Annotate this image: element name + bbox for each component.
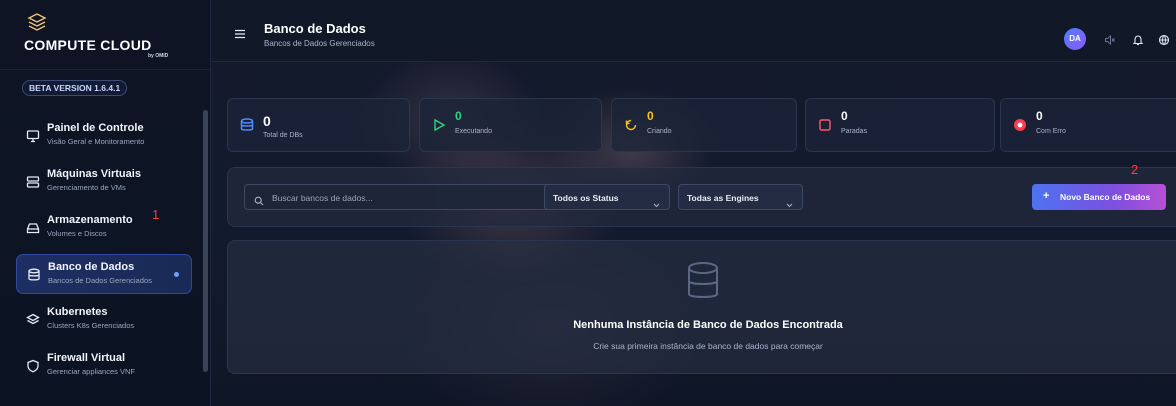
annotation-marker-1: 1 bbox=[152, 207, 160, 222]
status-select-value: Todos os Status bbox=[553, 193, 619, 203]
sidebar-item-label: Banco de Dados bbox=[48, 261, 135, 273]
database-icon bbox=[27, 268, 41, 282]
sidebar-scrollbar[interactable] bbox=[203, 110, 208, 372]
page-title: Banco de Dados bbox=[264, 21, 366, 36]
sidebar-item-sub: Clusters K8s Gerenciados bbox=[47, 321, 135, 330]
topbar: Banco de Dados Bancos de Dados Gerenciad… bbox=[211, 0, 1176, 62]
sidebar-item-sub: Bancos de Dados Gerenciados bbox=[48, 276, 152, 285]
server-icon bbox=[26, 175, 40, 189]
sidebar-item-banco-de-dados[interactable]: Banco de Dados Bancos de Dados Gerenciad… bbox=[16, 254, 192, 294]
stat-value: 0 bbox=[647, 109, 654, 123]
square-icon bbox=[818, 118, 832, 132]
monitor-icon bbox=[26, 129, 40, 143]
search-input[interactable] bbox=[272, 190, 542, 206]
stat-card-creating: 0 Criando bbox=[611, 98, 797, 152]
globe-icon[interactable] bbox=[1158, 33, 1170, 46]
search-box[interactable] bbox=[244, 184, 550, 210]
status-select[interactable]: Todos os Status bbox=[544, 184, 670, 210]
stat-label: Executando bbox=[455, 128, 492, 135]
sidebar-item-label: Firewall Virtual bbox=[47, 352, 126, 364]
engine-select-value: Todas as Engines bbox=[687, 193, 759, 203]
sidebar-item-sub: Volumes e Discos bbox=[47, 229, 107, 238]
stat-card-error: 0 Com Erro bbox=[1000, 98, 1176, 152]
brand[interactable]: COMPUTE CLOUD by OMID bbox=[0, 0, 210, 70]
annotation-marker-2: 2 bbox=[1131, 162, 1139, 177]
layers-icon bbox=[26, 313, 40, 327]
sidebar-item-sub: Visão Geral e Monitoramento bbox=[47, 137, 145, 146]
stat-label: Paradas bbox=[841, 128, 868, 135]
sidebar-item-label: Kubernetes bbox=[47, 306, 108, 318]
cube-logo-icon bbox=[27, 13, 47, 31]
new-database-button-label: Novo Banco de Dados bbox=[1060, 192, 1151, 202]
sidebar-item-label: Máquinas Virtuais bbox=[47, 168, 141, 180]
active-indicator-dot bbox=[174, 272, 179, 277]
chevron-down-icon bbox=[786, 195, 793, 208]
shield-icon bbox=[26, 359, 40, 373]
page-subtitle: Bancos de Dados Gerenciados bbox=[264, 39, 375, 48]
database-icon bbox=[685, 261, 721, 301]
bell-icon[interactable] bbox=[1132, 33, 1144, 46]
new-database-button[interactable]: + Novo Banco de Dados bbox=[1032, 184, 1166, 210]
menu-icon[interactable] bbox=[234, 26, 246, 39]
sidebar-item-kubernetes[interactable]: Kubernetes Clusters K8s Gerenciados bbox=[16, 300, 192, 340]
empty-state-subtitle: Crie sua primeira instância de banco de … bbox=[593, 341, 823, 351]
stat-label: Criando bbox=[647, 128, 672, 135]
stat-card-stopped: 0 Paradas bbox=[805, 98, 995, 152]
sidebar-nav: Painel de Controle Visão Geral e Monitor… bbox=[16, 116, 192, 392]
stat-label: Total de DBs bbox=[263, 132, 303, 139]
brand-sub: by OMID bbox=[148, 53, 169, 59]
speaker-mute-icon[interactable] bbox=[1104, 33, 1116, 46]
stat-card-total: 0 Total de DBs bbox=[227, 98, 410, 152]
stat-value: 0 bbox=[1036, 109, 1043, 123]
plus-icon: + bbox=[1043, 190, 1050, 202]
record-icon bbox=[1013, 118, 1027, 132]
stat-value: 0 bbox=[263, 113, 271, 129]
sidebar-item-sub: Gerenciar appliances VNF bbox=[47, 367, 135, 376]
stat-value: 0 bbox=[455, 109, 462, 123]
stat-card-running: 0 Executando bbox=[419, 98, 602, 152]
engine-select[interactable]: Todas as Engines bbox=[678, 184, 803, 210]
version-badge: BETA VERSION 1.6.4.1 bbox=[22, 80, 128, 96]
stat-label: Com Erro bbox=[1036, 128, 1066, 135]
brand-name: COMPUTE CLOUD bbox=[24, 37, 152, 53]
filter-bar: Todos os Status Todas as Engines + Novo … bbox=[227, 167, 1176, 227]
play-icon bbox=[432, 118, 446, 132]
search-icon bbox=[254, 193, 264, 206]
sidebar-item-painel[interactable]: Painel de Controle Visão Geral e Monitor… bbox=[16, 116, 192, 156]
refresh-icon bbox=[624, 118, 638, 132]
sidebar-item-label: Painel de Controle bbox=[47, 122, 144, 134]
database-icon bbox=[240, 118, 254, 132]
sidebar: COMPUTE CLOUD by OMID BETA VERSION 1.6.4… bbox=[0, 0, 211, 406]
avatar[interactable]: DA bbox=[1064, 28, 1086, 50]
sidebar-item-vms[interactable]: Máquinas Virtuais Gerenciamento de VMs bbox=[16, 162, 192, 202]
sidebar-item-firewall[interactable]: Firewall Virtual Gerenciar appliances VN… bbox=[16, 346, 192, 386]
chevron-down-icon bbox=[653, 195, 660, 208]
empty-state-title: Nenhuma Instância de Banco de Dados Enco… bbox=[573, 319, 843, 331]
empty-state: Nenhuma Instância de Banco de Dados Enco… bbox=[227, 240, 1176, 374]
drive-icon bbox=[26, 221, 40, 235]
stat-value: 0 bbox=[841, 109, 848, 123]
sidebar-item-armazenamento[interactable]: Armazenamento Volumes e Discos 1 bbox=[16, 207, 192, 248]
sidebar-item-sub: Gerenciamento de VMs bbox=[47, 183, 126, 192]
sidebar-item-label: Armazenamento bbox=[47, 214, 133, 226]
main-content: Banco de Dados Bancos de Dados Gerenciad… bbox=[211, 0, 1176, 406]
